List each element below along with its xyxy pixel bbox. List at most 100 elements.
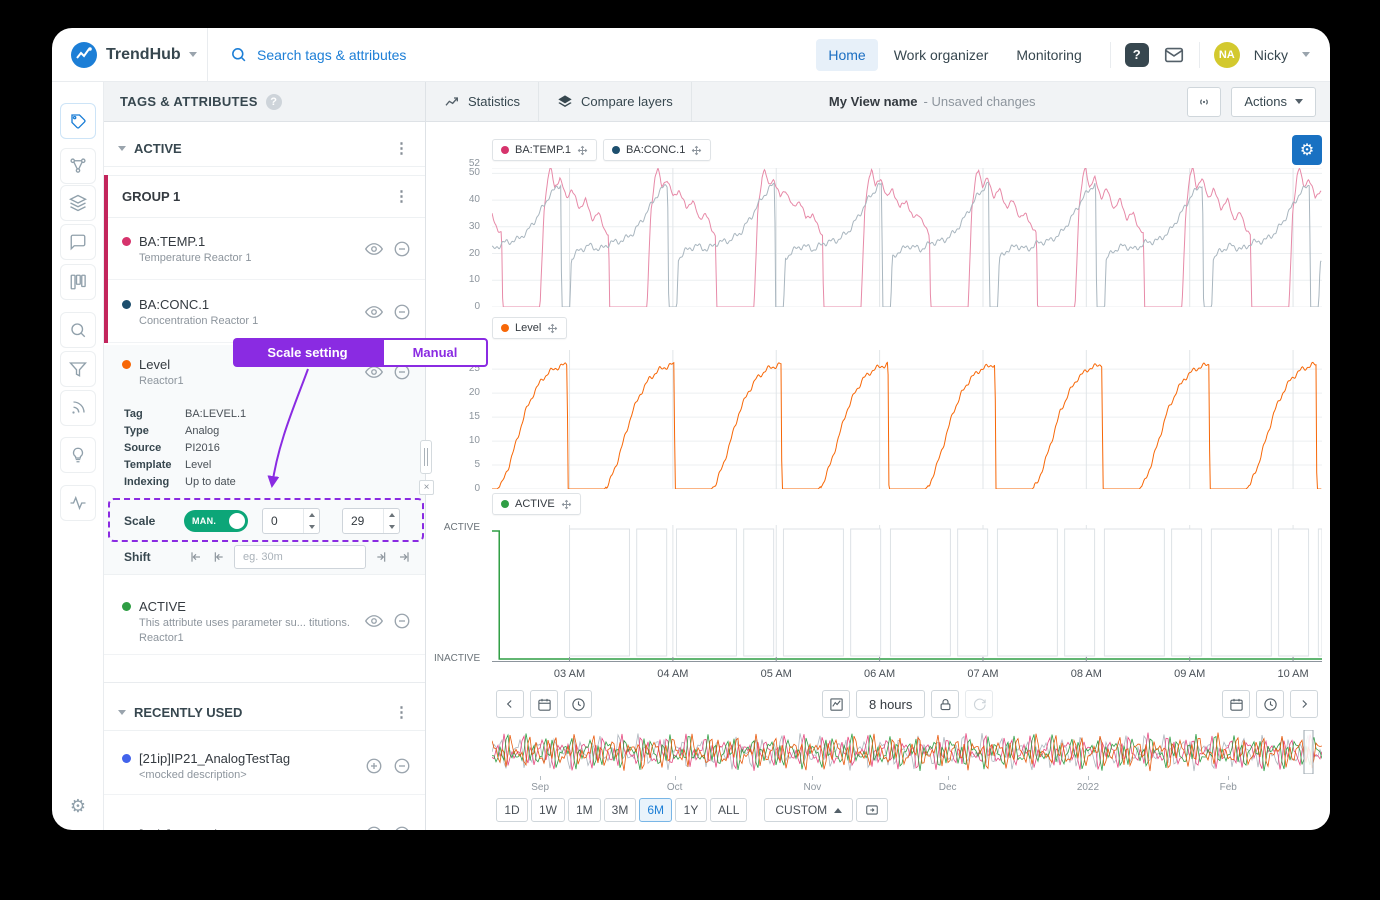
scale-max-stepper[interactable] [342,508,400,534]
start-time-button[interactable] [564,690,592,718]
end-date-button[interactable] [1222,690,1250,718]
zoom-3m-button[interactable]: 3M [604,798,637,822]
shift-input[interactable] [234,545,366,569]
help-icon[interactable]: ? [266,94,282,110]
rail-settings-button[interactable]: ⚙ [60,788,96,824]
increment-arrow-icon[interactable] [384,509,399,521]
statistics-button[interactable]: Statistics [426,82,538,121]
chart-temp-conc[interactable] [492,168,1322,307]
remove-minus-icon[interactable] [393,240,411,258]
rail-live-button[interactable] [60,390,96,426]
rail-monitors-button[interactable] [60,485,96,521]
nav-home[interactable]: Home [816,39,877,71]
decrement-arrow-icon[interactable] [384,521,399,533]
chart-digital-active[interactable] [492,525,1322,662]
mail-icon[interactable] [1163,44,1185,66]
rail-tags-button[interactable] [60,103,96,139]
legend-chip[interactable]: ACTIVE [492,493,581,515]
lock-range-button[interactable] [931,690,959,718]
kebab-menu-icon[interactable]: ⋮ [390,189,413,204]
app-logo[interactable]: TrendHub [52,28,208,81]
zoom-1w-button[interactable]: 1W [531,798,565,822]
rail-suggestions-button[interactable] [60,437,96,473]
start-date-button[interactable] [530,690,558,718]
move-icon[interactable] [561,499,572,510]
remove-minus-icon[interactable] [393,757,411,775]
zoom-custom-button[interactable]: CUSTOM [764,798,853,822]
logo-chevron-down-icon[interactable] [189,52,197,57]
global-search[interactable] [208,46,816,63]
recently-used-section-header[interactable]: RECENTLY USED ⋮ [104,695,425,731]
zoom-1y-button[interactable]: 1Y [675,798,707,822]
legend-chip[interactable]: Level [492,317,567,339]
move-icon[interactable] [691,145,702,156]
rail-filter-button[interactable] [60,351,96,387]
scale-min-input[interactable] [263,514,297,528]
help-icon[interactable]: ? [1125,43,1149,67]
remove-minus-icon[interactable] [393,825,411,830]
user-avatar[interactable]: NA [1214,42,1240,68]
decrement-arrow-icon[interactable] [304,521,319,533]
duration-button[interactable]: 8 hours [856,690,925,718]
visibility-eye-icon[interactable] [365,612,383,630]
actions-button[interactable]: Actions [1231,87,1316,117]
shift-forward-far-icon[interactable] [396,549,412,565]
shift-back-far-icon[interactable] [188,549,204,565]
manual-scale-toggle[interactable]: MAN. [184,510,248,532]
recent-tag-row[interactable]: [21ip]IP21_DiscreteTestTag [104,806,425,830]
attribute-row-level[interactable]: Level Reactor1 [104,349,425,395]
compare-layers-button[interactable]: Compare layers [539,82,691,121]
move-icon[interactable] [577,145,588,156]
rail-annotations-button[interactable] [60,224,96,260]
pan-left-button[interactable] [496,690,524,718]
shift-forward-icon[interactable] [374,549,390,565]
legend-chip[interactable]: BA:TEMP.1 [492,139,597,161]
search-input[interactable] [257,47,637,63]
add-plus-icon[interactable] [365,825,383,830]
collapse-chevron-down-icon[interactable] [118,710,126,715]
attribute-row-active[interactable]: ACTIVE This attribute uses parameter su.… [104,588,425,655]
scale-min-stepper[interactable] [262,508,320,534]
broadcast-button[interactable] [1187,87,1221,117]
tag-row[interactable]: BA:CONC.1 Concentration Reactor 1 [104,281,425,343]
pan-right-button[interactable] [1290,690,1318,718]
visibility-eye-icon[interactable] [365,303,383,321]
scale-max-input[interactable] [343,514,377,528]
group-row[interactable]: GROUP 1 ⋮ [104,175,425,218]
recent-tag-row[interactable]: [21ip]IP21_AnalogTestTag <mocked descrip… [104,738,425,795]
custom-range-button[interactable] [856,798,888,822]
chart-settings-button[interactable]: ⚙ [1292,135,1322,165]
zoom-6m-button[interactable]: 6M [639,798,672,822]
active-section-header[interactable]: ACTIVE ⋮ [104,131,425,167]
kebab-menu-icon[interactable]: ⋮ [390,705,413,720]
rail-search-button[interactable] [60,312,96,348]
trend-view-button[interactable] [822,690,850,718]
tag-row[interactable]: BA:TEMP.1 Temperature Reactor 1 [104,218,425,280]
rail-layers-button[interactable] [60,185,96,221]
rail-dashboards-button[interactable] [60,264,96,300]
rail-assets-button[interactable] [60,148,96,184]
nav-work-organizer[interactable]: Work organizer [882,39,1001,71]
move-icon[interactable] [547,323,558,334]
collapse-chevron-down-icon[interactable] [118,146,126,151]
remove-minus-icon[interactable] [393,612,411,630]
user-menu-chevron-down-icon[interactable] [1302,52,1310,57]
increment-arrow-icon[interactable] [304,509,319,521]
zoom-all-button[interactable]: ALL [710,798,747,822]
legend-chip[interactable]: BA:CONC.1 [603,139,711,161]
remove-minus-icon[interactable] [393,363,411,381]
visibility-eye-icon[interactable] [365,240,383,258]
zoom-1d-button[interactable]: 1D [496,798,528,822]
end-time-button[interactable] [1256,690,1284,718]
chart-level[interactable] [492,350,1322,489]
visibility-eye-icon[interactable] [365,363,383,381]
nav-monitoring[interactable]: Monitoring [1004,39,1093,71]
overview-context-strip[interactable] [492,730,1322,774]
add-plus-icon[interactable] [365,757,383,775]
remove-minus-icon[interactable] [393,303,411,321]
shift-back-icon[interactable] [210,549,226,565]
zoom-1m-button[interactable]: 1M [568,798,601,822]
y-state-label: ACTIVE [434,522,480,533]
kebab-menu-icon[interactable]: ⋮ [390,141,413,156]
refresh-button[interactable] [965,690,993,718]
